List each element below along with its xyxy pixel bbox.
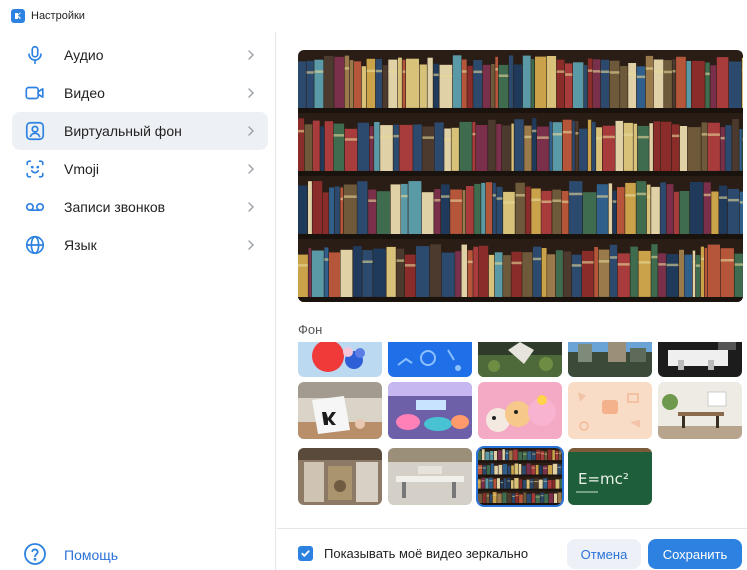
chevron-right-icon: [248, 240, 255, 250]
background-thumbnail[interactable]: [388, 448, 472, 505]
sidebar-item-label: Аудио: [64, 47, 104, 63]
sidebar-item-label: Виртуальный фон: [64, 123, 182, 139]
title-bar: Настройки: [0, 0, 747, 32]
main-panel: Фон E=mc² Показывать моё видео зеркально…: [277, 32, 747, 570]
section-label-background: Фон: [298, 322, 323, 337]
sidebar-item-label: Видео: [64, 85, 105, 101]
background-thumbnail-selected[interactable]: [476, 446, 564, 507]
sidebar: Аудио Видео Виртуальный фон Vmoji Записи…: [0, 32, 276, 570]
chevron-right-icon: [248, 126, 255, 136]
chevron-right-icon: [248, 88, 255, 98]
app-logo-icon: [11, 9, 25, 23]
background-thumbnail[interactable]: [388, 382, 472, 439]
sidebar-item-language[interactable]: Язык: [12, 226, 268, 264]
mirror-video-label: Показывать моё видео зеркально: [324, 546, 529, 561]
sidebar-item-label: Записи звонков: [64, 199, 166, 215]
background-thumbnail[interactable]: E=mc²: [568, 448, 652, 505]
sidebar-item-label: Vmoji: [64, 161, 100, 177]
portrait-icon: [23, 119, 47, 143]
video-camera-icon: [23, 81, 47, 105]
mirror-video-checkbox[interactable]: [298, 546, 313, 561]
smiley-icon: [23, 157, 47, 181]
help-link[interactable]: Помощь: [12, 538, 212, 570]
help-label: Помощь: [64, 547, 119, 563]
background-thumbnail[interactable]: [568, 382, 652, 439]
question-icon: [24, 543, 46, 565]
microphone-icon: [23, 43, 47, 67]
sidebar-item-audio[interactable]: Аудио: [12, 36, 268, 74]
background-thumbnail[interactable]: [478, 342, 562, 377]
save-button[interactable]: Сохранить: [648, 539, 742, 569]
background-preview: [298, 50, 743, 302]
background-thumbnail[interactable]: [388, 342, 472, 377]
chevron-right-icon: [248, 50, 255, 60]
sidebar-item-virtual-background[interactable]: Виртуальный фон: [12, 112, 268, 150]
background-thumbnails: E=mc²: [277, 342, 747, 522]
sidebar-item-label: Язык: [64, 237, 97, 253]
sidebar-item-vmoji[interactable]: Vmoji: [12, 150, 268, 188]
background-thumbnail[interactable]: [658, 382, 742, 439]
background-thumbnail[interactable]: [478, 382, 562, 439]
chevron-right-icon: [248, 202, 255, 212]
svg-text:E=mc²: E=mc²: [578, 470, 629, 488]
background-thumbnail[interactable]: [568, 342, 652, 377]
window-title: Настройки: [31, 10, 85, 22]
cancel-button[interactable]: Отмена: [567, 539, 641, 569]
sidebar-item-recordings[interactable]: Записи звонков: [12, 188, 268, 226]
chevron-right-icon: [248, 164, 255, 174]
checkmark-icon: [301, 550, 310, 557]
recording-icon: [23, 195, 47, 219]
background-thumbnail[interactable]: [298, 448, 382, 505]
sidebar-item-video[interactable]: Видео: [12, 74, 268, 112]
background-thumbnail[interactable]: [658, 342, 742, 377]
footer: Показывать моё видео зеркально Отмена Со…: [277, 528, 747, 570]
globe-icon: [23, 233, 47, 257]
background-thumbnail[interactable]: [298, 382, 382, 439]
background-thumbnail[interactable]: [298, 342, 382, 377]
